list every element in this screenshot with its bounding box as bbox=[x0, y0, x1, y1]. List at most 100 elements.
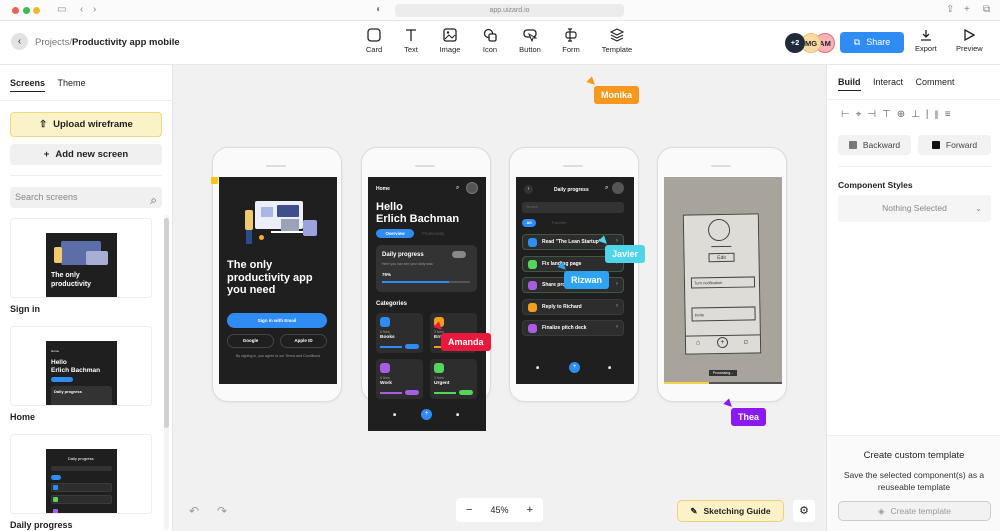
align-top-icon[interactable]: ⊤ bbox=[882, 109, 897, 120]
filter-all[interactable]: All bbox=[522, 219, 536, 227]
tool-card[interactable]: Card bbox=[354, 28, 394, 54]
tab-overview-icon[interactable]: ⧉ bbox=[983, 4, 990, 15]
category-card[interactable]: 3 New Urgent bbox=[430, 359, 477, 399]
properties-panel: Build Interact Comment ⊢⌖⊣⊤⊕⊥|⫴≡ Backwar… bbox=[826, 65, 1000, 531]
component-styles-title: Component Styles bbox=[838, 180, 913, 190]
tab-interact[interactable]: Interact bbox=[873, 77, 903, 90]
zoom-out-button[interactable]: − bbox=[466, 498, 472, 522]
bookmark-nav-icon[interactable]: ■ bbox=[456, 412, 459, 418]
search-icon[interactable]: ⌕ bbox=[150, 190, 157, 211]
design-canvas[interactable]: The only productivity app you need Sign … bbox=[173, 65, 826, 531]
phone-sign-in[interactable]: The only productivity app you need Sign … bbox=[211, 147, 342, 402]
align-right-icon[interactable]: ⊣ bbox=[867, 109, 882, 120]
tab-build[interactable]: Build bbox=[838, 77, 861, 91]
create-template-button[interactable]: ◈ Create template bbox=[838, 501, 991, 521]
back-nav-icon[interactable]: ‹ bbox=[80, 4, 83, 15]
align-left-icon[interactable]: ⊢ bbox=[841, 109, 856, 120]
url-bar[interactable]: app.uizard.io bbox=[395, 4, 624, 17]
search-placeholder: Search screens bbox=[15, 192, 78, 202]
zoom-in-button[interactable]: + bbox=[527, 498, 533, 522]
back-button[interactable]: ‹ bbox=[524, 185, 533, 194]
search-icon[interactable]: ⌕ bbox=[456, 185, 459, 192]
screens-panel: Screens Theme ⇧ Upload wireframe + Add new… bbox=[0, 65, 173, 531]
align-middle-v-icon[interactable]: ⊕ bbox=[897, 109, 911, 120]
minimize-window-button[interactable] bbox=[33, 7, 40, 14]
cursor-label-monika: Monika bbox=[594, 86, 640, 104]
share-page-icon[interactable]: ⇪ bbox=[946, 4, 954, 15]
tab-productivity[interactable]: Productivity bbox=[422, 229, 444, 238]
selection-handle[interactable] bbox=[211, 177, 218, 184]
plus-icon: + bbox=[43, 149, 50, 160]
backward-label: Backward bbox=[862, 140, 901, 150]
avatar-more[interactable]: +2 bbox=[785, 33, 805, 53]
phone-wireframe-upload[interactable]: Edit Turn notification Invite ⌂ + ⌑ Proc… bbox=[657, 147, 787, 402]
collaborators[interactable]: AM MG +2 bbox=[785, 33, 845, 53]
tab-theme[interactable]: Theme bbox=[58, 78, 86, 91]
bring-forward-button[interactable]: Forward bbox=[918, 135, 991, 155]
apple-sign-in-button[interactable]: Apple ID bbox=[280, 334, 327, 348]
new-tab-icon[interactable]: + bbox=[964, 4, 970, 15]
screen-name: Daily progress bbox=[10, 520, 73, 530]
search-icon[interactable]: ⌕ bbox=[605, 185, 608, 192]
home-nav-icon[interactable]: ■ bbox=[393, 412, 396, 418]
tab-comment[interactable]: Comment bbox=[916, 77, 955, 90]
upload-wireframe-button[interactable]: ⇧ Upload wireframe bbox=[10, 112, 162, 137]
close-window-button[interactable] bbox=[12, 7, 19, 14]
back-button[interactable]: ‹ bbox=[11, 33, 28, 50]
search-screens-input[interactable]: Search screens ⌕ bbox=[10, 187, 162, 208]
redo-icon[interactable]: ↷ bbox=[217, 504, 227, 518]
avatar[interactable] bbox=[612, 182, 624, 194]
tab-overview[interactable]: Overview bbox=[376, 229, 414, 238]
tool-form[interactable]: Form bbox=[551, 28, 591, 54]
tool-text[interactable]: Text bbox=[391, 28, 431, 54]
tab-screens[interactable]: Screens bbox=[10, 78, 46, 92]
sign-in-email-button[interactable]: Sign in with Email bbox=[227, 313, 327, 328]
phone-home[interactable]: Home ⌕ Hello Erlich Bachman Overview Pro… bbox=[361, 147, 491, 431]
filter-favorite[interactable]: Favorite bbox=[552, 219, 566, 227]
google-sign-in-button[interactable]: Google bbox=[227, 334, 274, 348]
task-row[interactable]: Finalize pitch deck › bbox=[522, 320, 624, 336]
screen-thumbnail-daily-progress[interactable]: Daily progress bbox=[10, 434, 152, 514]
sketching-guide-button[interactable]: ✎ Sketching Guide bbox=[677, 500, 784, 522]
browser-toolbar: ▭ ‹ › ◐ app.uizard.io ⇪ + ⧉ bbox=[0, 0, 1000, 21]
distribute-h-icon[interactable]: ⫴ bbox=[935, 109, 945, 120]
tool-button[interactable]: Button bbox=[510, 28, 550, 54]
send-backward-button[interactable]: Backward bbox=[838, 135, 911, 155]
category-card[interactable]: 5 New Books bbox=[376, 313, 423, 353]
task-row[interactable]: Reply to Richard › bbox=[522, 298, 624, 315]
category-card[interactable]: 6 New Work bbox=[376, 359, 423, 399]
undo-icon[interactable]: ↶ bbox=[189, 504, 199, 518]
bookmark-nav-icon[interactable]: ■ bbox=[608, 365, 611, 371]
component-styles-select[interactable]: Nothing Selected ⌄ bbox=[838, 195, 991, 222]
daily-search-input[interactable]: Search bbox=[522, 202, 624, 213]
export-button[interactable]: Export bbox=[915, 29, 937, 53]
screen-thumbnail-home[interactable]: Home Hello Erlich Bachman Daily progress bbox=[10, 326, 152, 406]
upload-label: Upload wireframe bbox=[53, 119, 133, 130]
screen-thumbnail-sign-in[interactable]: The only productivity bbox=[10, 218, 152, 298]
maximize-window-button[interactable] bbox=[23, 7, 30, 14]
preview-button[interactable]: Preview bbox=[956, 29, 983, 53]
forward-nav-icon[interactable]: › bbox=[93, 4, 96, 15]
phone-speaker bbox=[266, 165, 286, 167]
distribute-v-icon[interactable]: ≡ bbox=[945, 109, 957, 120]
scrollbar-thumb[interactable] bbox=[164, 218, 169, 428]
breadcrumb-projects[interactable]: Projects bbox=[35, 37, 69, 48]
sidebar-toggle-icon[interactable]: ▭ bbox=[57, 4, 66, 15]
align-center-h-icon[interactable]: ⌖ bbox=[856, 109, 868, 120]
daily-progress-card[interactable]: Daily progress Here you can see your dai… bbox=[376, 245, 477, 292]
avatar[interactable] bbox=[466, 182, 478, 194]
processing-status: Processing... bbox=[709, 370, 737, 376]
download-icon bbox=[920, 30, 931, 41]
user-name: Erlich Bachman bbox=[376, 213, 460, 225]
tool-image[interactable]: Image bbox=[430, 28, 470, 54]
share-button[interactable]: ⧉ Share bbox=[840, 32, 904, 53]
tool-template[interactable]: Template bbox=[597, 28, 637, 54]
add-task-button[interactable]: + bbox=[569, 362, 580, 373]
add-task-button[interactable]: + bbox=[421, 409, 432, 420]
canvas-settings-button[interactable]: ⚙ bbox=[793, 500, 815, 522]
category-count: 6 New bbox=[380, 376, 390, 380]
align-bottom-icon[interactable]: ⊥ bbox=[911, 109, 926, 120]
home-nav-icon[interactable]: ■ bbox=[536, 365, 539, 371]
add-new-screen-button[interactable]: + Add new screen bbox=[10, 144, 162, 165]
tool-icon[interactable]: Icon bbox=[470, 28, 510, 54]
